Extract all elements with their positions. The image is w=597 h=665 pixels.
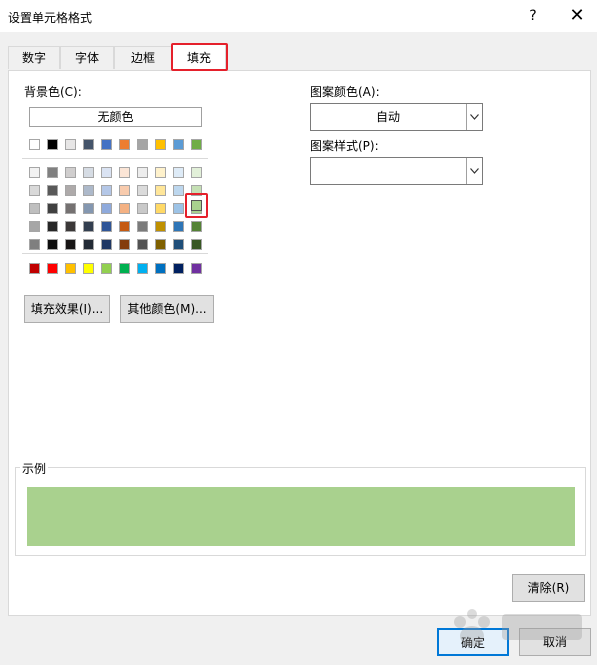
color-swatch[interactable] (137, 185, 148, 196)
color-swatch[interactable] (47, 203, 58, 214)
color-swatch[interactable] (191, 239, 202, 250)
color-swatch[interactable] (101, 263, 112, 274)
clear-button[interactable]: 清除(R) (512, 574, 585, 602)
palette-divider (22, 253, 208, 254)
color-swatch[interactable] (173, 203, 184, 214)
color-swatch[interactable] (191, 167, 202, 178)
color-swatch[interactable] (83, 167, 94, 178)
color-swatch[interactable] (29, 185, 40, 196)
color-swatch[interactable] (65, 203, 76, 214)
color-swatch[interactable] (119, 239, 130, 250)
color-swatch[interactable] (119, 221, 130, 232)
color-swatch[interactable] (119, 185, 130, 196)
sample-group: 示例 (15, 460, 586, 556)
color-swatch[interactable] (155, 185, 166, 196)
color-swatch[interactable] (101, 167, 112, 178)
color-swatch[interactable] (137, 203, 148, 214)
color-swatch[interactable] (137, 263, 148, 274)
pattern-color-dropdown[interactable]: 自动 (310, 103, 483, 131)
color-swatch[interactable] (47, 239, 58, 250)
color-swatch[interactable] (83, 185, 94, 196)
pattern-color-label: 图案颜色(A): (310, 85, 380, 99)
no-color-button[interactable]: 无颜色 (29, 107, 202, 127)
pattern-style-dropdown[interactable] (310, 157, 483, 185)
selected-swatch-highlight (185, 193, 208, 218)
color-swatch[interactable] (101, 203, 112, 214)
color-swatch[interactable] (47, 185, 58, 196)
sample-preview (27, 487, 575, 546)
color-swatch[interactable] (29, 139, 40, 150)
color-swatch[interactable] (137, 139, 148, 150)
tab-border[interactable]: 边框 (114, 46, 172, 69)
background-color-label: 背景色(C): (24, 85, 82, 99)
color-swatch[interactable] (173, 139, 184, 150)
color-swatch[interactable] (101, 185, 112, 196)
color-swatch[interactable] (101, 239, 112, 250)
selected-swatch (191, 200, 202, 211)
color-swatch[interactable] (173, 263, 184, 274)
dialog-title: 设置单元格格式 (8, 11, 93, 25)
cancel-button[interactable]: 取消 (519, 628, 591, 656)
tab-highlight-annotation (171, 43, 228, 71)
color-swatch[interactable] (65, 239, 76, 250)
color-swatch[interactable] (191, 139, 202, 150)
dialog-title-bar: 设置单元格格式 ? ✕ (0, 0, 597, 32)
chevron-down-icon[interactable] (466, 104, 482, 130)
color-swatch[interactable] (47, 139, 58, 150)
color-swatch[interactable] (191, 221, 202, 232)
color-swatch[interactable] (29, 239, 40, 250)
color-swatch[interactable] (119, 203, 130, 214)
fill-effects-button[interactable]: 填充效果(I)... (24, 295, 110, 323)
color-swatch[interactable] (155, 239, 166, 250)
pattern-color-value: 自动 (375, 110, 400, 124)
tab-number[interactable]: 数字 (8, 46, 60, 69)
color-swatch[interactable] (101, 139, 112, 150)
color-swatch[interactable] (83, 263, 94, 274)
help-button[interactable]: ? (519, 4, 547, 28)
color-swatch[interactable] (47, 221, 58, 232)
color-swatch[interactable] (29, 263, 40, 274)
color-swatch[interactable] (29, 221, 40, 232)
color-swatch[interactable] (173, 167, 184, 178)
color-swatch[interactable] (173, 185, 184, 196)
color-swatch[interactable] (191, 263, 202, 274)
color-swatch[interactable] (155, 139, 166, 150)
tab-font[interactable]: 字体 (60, 46, 114, 69)
close-button[interactable]: ✕ (563, 4, 591, 28)
color-swatch[interactable] (155, 263, 166, 274)
color-swatch[interactable] (65, 167, 76, 178)
color-swatch[interactable] (119, 139, 130, 150)
color-swatch[interactable] (173, 239, 184, 250)
color-swatch[interactable] (137, 239, 148, 250)
color-swatch[interactable] (65, 263, 76, 274)
color-swatch[interactable] (101, 221, 112, 232)
color-swatch[interactable] (29, 203, 40, 214)
color-swatch[interactable] (65, 185, 76, 196)
color-swatch[interactable] (155, 221, 166, 232)
sample-label: 示例 (20, 460, 49, 477)
color-swatch[interactable] (173, 221, 184, 232)
color-swatch[interactable] (137, 167, 148, 178)
color-swatch[interactable] (65, 139, 76, 150)
color-swatch[interactable] (83, 203, 94, 214)
color-swatch[interactable] (155, 167, 166, 178)
color-swatch[interactable] (65, 221, 76, 232)
pattern-style-label: 图案样式(P): (310, 139, 379, 153)
color-swatch[interactable] (29, 167, 40, 178)
more-colors-button[interactable]: 其他颜色(M)... (120, 295, 214, 323)
color-swatch[interactable] (47, 167, 58, 178)
ok-button[interactable]: 确定 (437, 628, 509, 656)
color-swatch[interactable] (119, 263, 130, 274)
color-swatch[interactable] (47, 263, 58, 274)
color-swatch[interactable] (155, 203, 166, 214)
chevron-down-icon[interactable] (466, 158, 482, 184)
color-swatch[interactable] (137, 221, 148, 232)
color-swatch[interactable] (119, 167, 130, 178)
palette-divider (22, 158, 208, 159)
color-swatch[interactable] (83, 221, 94, 232)
color-swatch[interactable] (83, 239, 94, 250)
color-swatch[interactable] (83, 139, 94, 150)
fill-panel: 背景色(C): 无颜色 填充效果(I)... 其他颜色(M)... 图案颜色(A… (8, 70, 591, 616)
